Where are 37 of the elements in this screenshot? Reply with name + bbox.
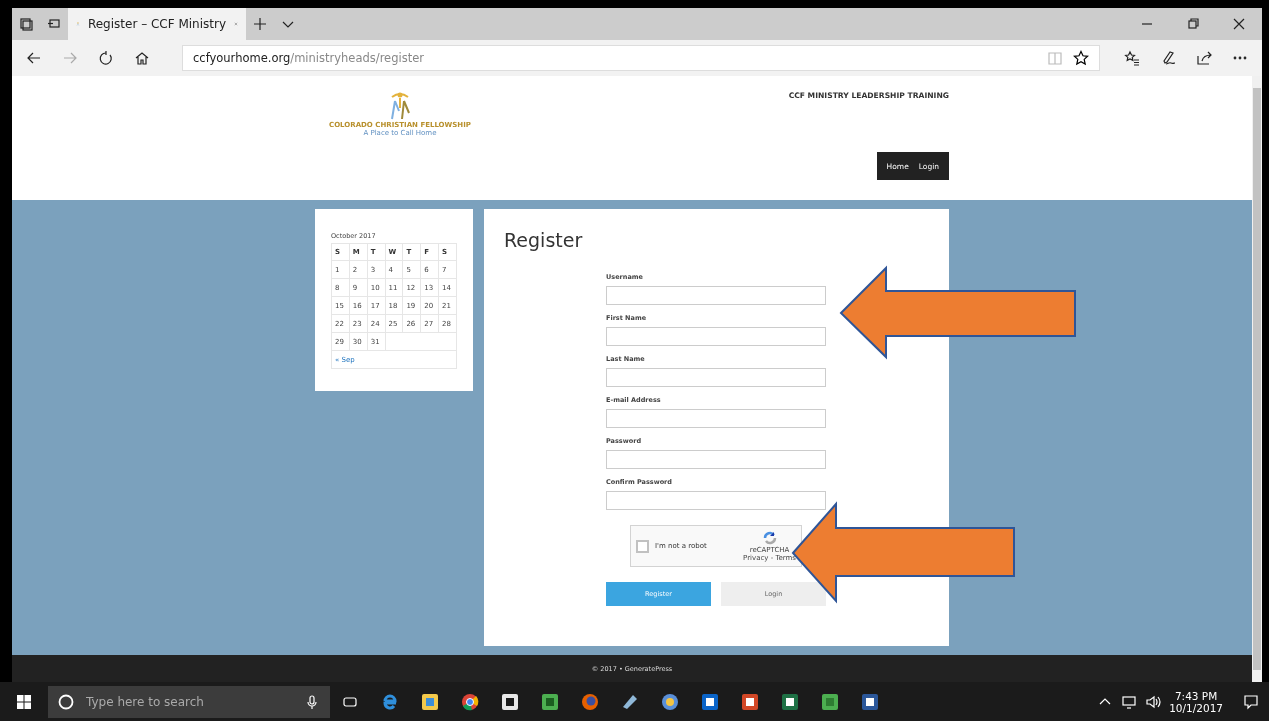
taskbar-search[interactable]: Type here to search bbox=[48, 685, 330, 718]
scrollbar[interactable] bbox=[1252, 76, 1262, 682]
refresh-icon[interactable] bbox=[98, 50, 114, 66]
browser-tab[interactable]: Register – CCF Ministry bbox=[68, 8, 246, 40]
close-icon[interactable] bbox=[1231, 16, 1247, 32]
favorites-list-icon[interactable] bbox=[1124, 50, 1140, 66]
input-field[interactable] bbox=[606, 286, 826, 305]
windows-start-icon[interactable] bbox=[16, 693, 32, 710]
network-icon[interactable] bbox=[1121, 693, 1138, 710]
notification-icon[interactable] bbox=[1243, 693, 1259, 710]
tab-title: Register – CCF Ministry bbox=[87, 17, 227, 31]
page-title: Register bbox=[504, 229, 584, 251]
star-icon[interactable] bbox=[1073, 50, 1089, 66]
globe-app-icon[interactable] bbox=[661, 692, 679, 711]
input-field[interactable] bbox=[606, 368, 826, 387]
tabs-icon[interactable] bbox=[18, 16, 34, 32]
search-field[interactable]: Type here to search bbox=[84, 693, 294, 710]
clock-date[interactable]: 10/1/2017 bbox=[1169, 701, 1223, 714]
app-icon[interactable] bbox=[541, 692, 559, 711]
back-icon[interactable] bbox=[26, 50, 42, 66]
share-icon[interactable] bbox=[1196, 50, 1212, 66]
browser-e-icon[interactable] bbox=[381, 692, 399, 711]
new-tab-icon[interactable] bbox=[252, 16, 268, 32]
pen-app-icon[interactable] bbox=[621, 692, 639, 711]
clock-time[interactable]: 7:43 PM bbox=[1174, 689, 1218, 702]
home-icon[interactable] bbox=[134, 50, 150, 66]
input-field[interactable] bbox=[606, 491, 826, 510]
microphone-icon[interactable] bbox=[304, 693, 320, 710]
speaker-icon[interactable] bbox=[1145, 693, 1162, 710]
circle-icon bbox=[58, 693, 74, 710]
address-bar[interactable]: ccfyourhome.org/ministryheads/register bbox=[182, 45, 1100, 71]
restore-icon[interactable] bbox=[1185, 16, 1201, 32]
captcha-logo-icon bbox=[761, 530, 778, 546]
captcha-checkbox[interactable] bbox=[636, 539, 649, 553]
input-field[interactable] bbox=[606, 327, 826, 346]
input-field[interactable] bbox=[606, 450, 826, 469]
input-field[interactable] bbox=[606, 409, 826, 428]
